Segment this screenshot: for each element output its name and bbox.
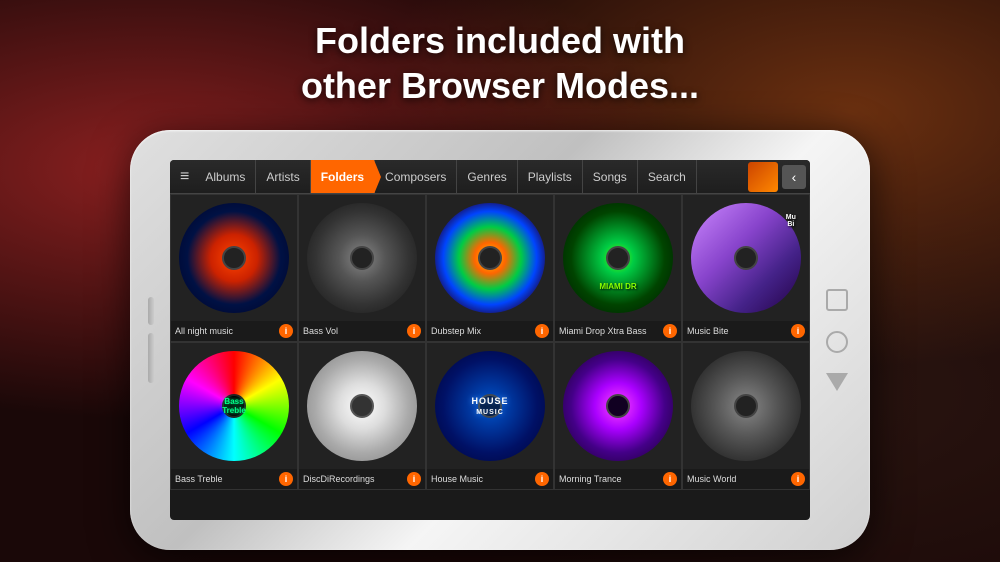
tab-search[interactable]: Search [638,160,697,193]
folder-label-5: Bass Treble i [171,469,297,489]
folder-label-1: Bass Vol i [299,321,425,341]
phone-right-buttons [826,289,848,391]
disc-center-8 [606,394,630,418]
tab-genres[interactable]: Genres [457,160,517,193]
info-dot-2[interactable]: i [535,324,549,338]
folder-art-8 [555,343,681,469]
phone-left-buttons [148,297,154,383]
tab-composers[interactable]: Composers [375,160,457,193]
info-dot-8[interactable]: i [663,472,677,486]
now-playing-thumb[interactable] [748,162,778,192]
folder-label-3: Miami Drop Xtra Bass i [555,321,681,341]
disc-center-4 [734,246,758,270]
folder-art-2 [427,195,553,321]
disc-7: HOUSEMUSIC [435,351,546,462]
back-hardware-button[interactable] [826,373,848,391]
info-dot-7[interactable]: i [535,472,549,486]
info-dot-3[interactable]: i [663,324,677,338]
headline-line1: Folders included with [0,18,1000,63]
folder-art-6 [299,343,425,469]
folder-item-8[interactable]: Morning Trance i [554,342,682,490]
disc-center-3 [606,246,630,270]
disc-center-2 [478,246,502,270]
phone-shell: ≡ Albums Artists Folders Composers Genre… [130,130,870,550]
folder-item-9[interactable]: Music World i [682,342,810,490]
headline-line2: other Browser Modes... [0,63,1000,108]
disc-9 [691,351,802,462]
info-dot-4[interactable]: i [791,324,805,338]
folder-art-7: HOUSEMUSIC [427,343,553,469]
tab-arrow [374,160,381,194]
disc-1 [307,203,418,314]
folder-art-3: MIAMI DR [555,195,681,321]
home-button[interactable] [826,331,848,353]
folder-label-2: Dubstep Mix i [427,321,553,341]
folder-label-0: All night music i [171,321,297,341]
disc-3: MIAMI DR [563,203,674,314]
folder-item-5[interactable]: BassTreble Bass Treble i [170,342,298,490]
tab-artists[interactable]: Artists [256,160,310,193]
folder-art-5: BassTreble [171,343,297,469]
folder-label-9: Music World i [683,469,809,489]
tab-songs[interactable]: Songs [583,160,638,193]
disc-center-1 [350,246,374,270]
folder-art-1 [299,195,425,321]
folder-art-0 [171,195,297,321]
menu-icon[interactable]: ≡ [174,168,195,186]
info-dot-0[interactable]: i [279,324,293,338]
disc-5: BassTreble [179,351,290,462]
power-button [148,333,154,383]
disc-2 [435,203,546,314]
folder-item-2[interactable]: Dubstep Mix i [426,194,554,342]
disc-center-6 [350,394,374,418]
disc-center-0 [222,246,246,270]
disc-center-9 [734,394,758,418]
info-dot-5[interactable]: i [279,472,293,486]
tab-folders[interactable]: Folders [311,160,375,193]
disc-4: MuBi [691,203,802,314]
phone-screen: ≡ Albums Artists Folders Composers Genre… [170,160,810,520]
disc-0 [179,203,290,314]
tab-bar: ≡ Albums Artists Folders Composers Genre… [170,160,810,194]
folder-item-1[interactable]: Bass Vol i [298,194,426,342]
folder-item-3[interactable]: MIAMI DR Miami Drop Xtra Bass i [554,194,682,342]
folder-item-4[interactable]: MuBi Music Bite i [682,194,810,342]
folder-item-0[interactable]: All night music i [170,194,298,342]
volume-up-button [148,297,154,325]
folder-art-4: MuBi [683,195,809,321]
recent-apps-button[interactable] [826,289,848,311]
back-button[interactable]: ‹ [782,165,806,189]
headline: Folders included with other Browser Mode… [0,18,1000,108]
disc-6 [307,351,418,462]
info-dot-6[interactable]: i [407,472,421,486]
folder-art-9 [683,343,809,469]
folder-label-7: House Music i [427,469,553,489]
folder-item-7[interactable]: HOUSEMUSIC House Music i [426,342,554,490]
folder-label-4: Music Bite i [683,321,809,341]
info-dot-1[interactable]: i [407,324,421,338]
disc-center-5 [222,394,246,418]
folder-item-6[interactable]: DiscDiRecordings i [298,342,426,490]
folder-label-6: DiscDiRecordings i [299,469,425,489]
disc-center-7 [478,394,502,418]
info-dot-9[interactable]: i [791,472,805,486]
tab-albums[interactable]: Albums [195,160,256,193]
folders-grid: All night music i Bass Vol i [170,194,810,490]
disc-8 [563,351,674,462]
folder-label-8: Morning Trance i [555,469,681,489]
tab-playlists[interactable]: Playlists [518,160,583,193]
